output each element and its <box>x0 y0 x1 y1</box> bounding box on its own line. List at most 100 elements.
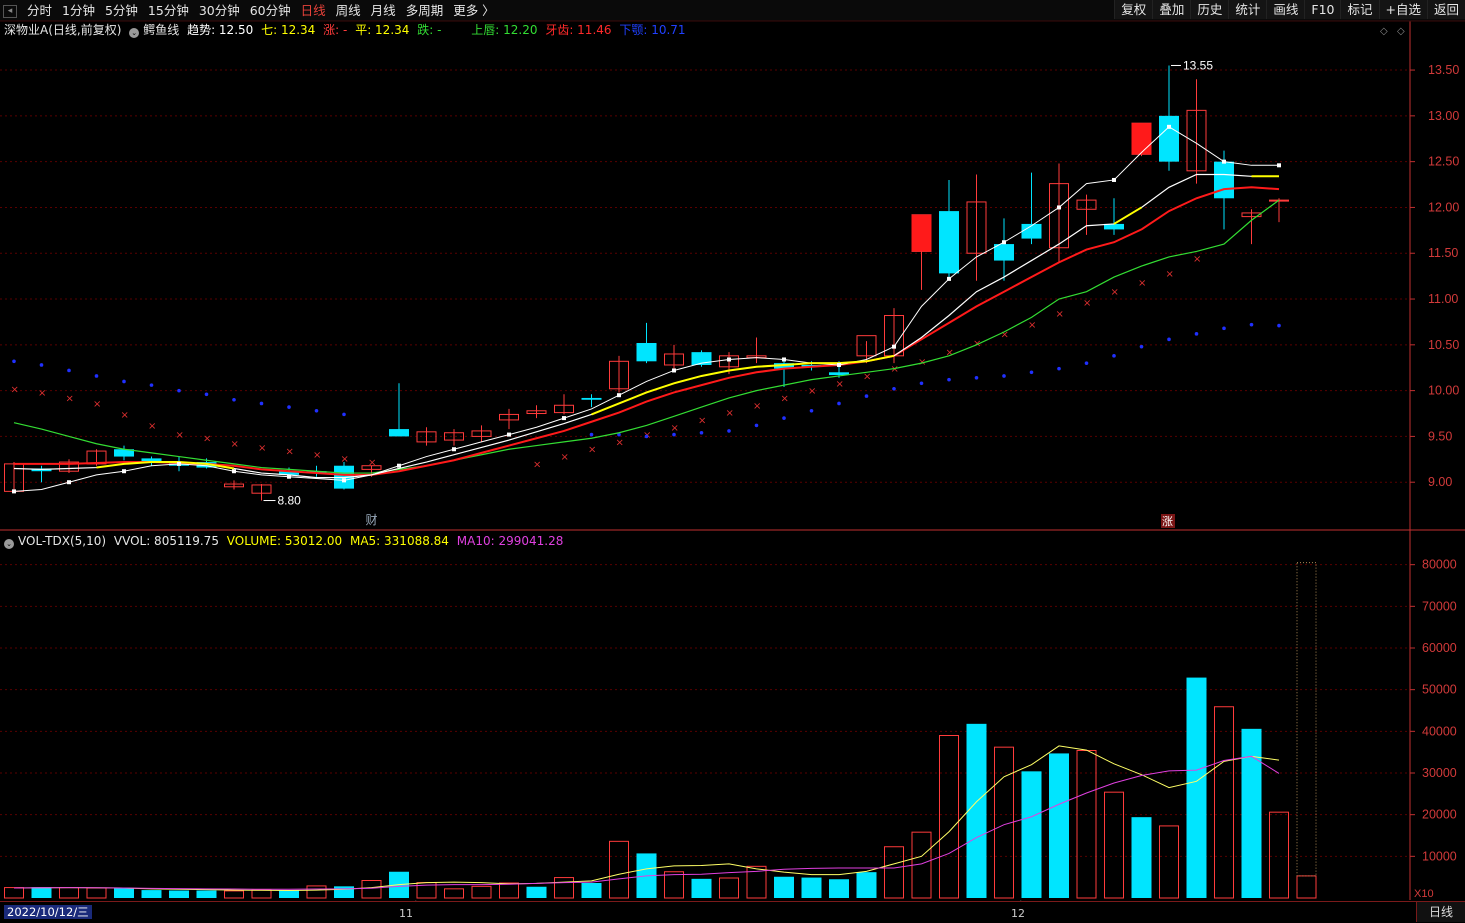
volume-bar-up <box>4 887 24 899</box>
tab-60min[interactable]: 60分钟 <box>245 2 296 19</box>
candle-body-down <box>389 429 409 437</box>
volume-bar-down <box>801 877 822 898</box>
volume-bar-down <box>1049 753 1069 898</box>
history-button[interactable]: 历史 <box>1190 0 1229 19</box>
sar-red-point: × <box>176 430 184 441</box>
f10-button[interactable]: F10 <box>1304 0 1341 19</box>
candle-body-down <box>691 352 712 365</box>
volume-multiplier-label: X10 <box>1414 888 1434 900</box>
tab-monthly[interactable]: 月线 <box>366 2 401 19</box>
tab-fenshi[interactable]: 分时 <box>22 2 57 19</box>
volume-bar-down <box>334 886 354 898</box>
mark-button[interactable]: 标记 <box>1340 0 1379 19</box>
sar-red-point: × <box>753 401 761 412</box>
tab-30min[interactable]: 30分钟 <box>194 2 245 19</box>
volume-indicator-name[interactable]: VOL-TDX(5,10) <box>18 534 106 548</box>
upper-lip-value: 上唇: 12.20 <box>471 23 538 37</box>
volume-bar-up <box>1159 825 1179 899</box>
tab-daily[interactable]: 日线 <box>296 2 331 19</box>
candle-body-up <box>471 430 492 437</box>
sar-red-point: × <box>148 421 156 432</box>
collapse-icon[interactable]: ◂ <box>3 5 17 18</box>
volume-bar-down <box>526 886 547 898</box>
sar-blue-point <box>837 401 841 406</box>
sar-red-point: × <box>1138 278 1146 289</box>
sar-red-point: × <box>203 434 211 445</box>
back-button[interactable]: 返回 <box>1426 0 1465 19</box>
statistics-button[interactable]: 统计 <box>1228 0 1267 19</box>
tab-multi-period[interactable]: 多周期 <box>401 2 449 19</box>
add-watchlist-button[interactable]: +自选 <box>1378 0 1427 19</box>
sar-red-point: × <box>1056 309 1064 320</box>
trend-marker <box>1002 240 1006 245</box>
volume-bar-up <box>1296 875 1317 899</box>
tool-buttons: 复权 叠加 历史 统计 画线 F10 标记 +自选 返回 <box>1114 0 1465 19</box>
jaw-line <box>13 199 1280 474</box>
volume-bar-up <box>306 885 327 899</box>
sar-red-point: × <box>93 399 101 410</box>
sar-red-point: × <box>588 445 596 456</box>
sar-red-point: × <box>38 388 46 399</box>
volume-tick-label: 10000 <box>1422 849 1457 863</box>
price-tick-label: 11.00 <box>1428 292 1458 306</box>
indicator-name[interactable]: 鳄鱼线 <box>143 23 179 37</box>
period-tabs: 分时 1分钟 5分钟 15分钟 30分钟 60分钟 日线 周线 月线 多周期 更… <box>22 2 500 19</box>
volume-tick-label: 40000 <box>1422 724 1457 738</box>
volume-bar-down <box>114 888 134 898</box>
candle-body-up <box>499 413 519 421</box>
sar-blue-point <box>314 408 319 413</box>
lips-flat-segment <box>591 354 895 416</box>
period-selector[interactable]: 日线 <box>1416 902 1465 922</box>
sar-red-point: × <box>1001 329 1009 340</box>
volume-ma10-line <box>13 755 1280 890</box>
candle-body-limit-up <box>1131 123 1152 155</box>
tab-1min[interactable]: 1分钟 <box>57 2 100 19</box>
sar-blue-point <box>727 429 731 433</box>
diamond-icon-2[interactable]: ◇ <box>1397 26 1405 37</box>
fall-value: 跌: - <box>417 23 442 37</box>
price-tick-label: 9.50 <box>1428 429 1452 443</box>
draw-line-button[interactable]: 画线 <box>1266 0 1305 19</box>
sar-blue-point <box>754 423 759 428</box>
candle-body-up <box>444 432 464 441</box>
volume-bar-up <box>609 840 629 899</box>
volume-bar-up <box>554 877 574 899</box>
volume-bar-down <box>1241 728 1262 898</box>
candle-body-up <box>1076 199 1097 210</box>
sar-blue-point <box>892 386 896 391</box>
vol-ma10-value: MA10: 299041.28 <box>456 534 564 548</box>
jaw-value: 下颚: 10.71 <box>619 23 686 37</box>
trend-marker <box>782 357 786 362</box>
volume-menu-icon[interactable]: ⌄ <box>4 539 14 549</box>
teeth-line <box>14 186 1280 476</box>
price-tick-label: 13.00 <box>1428 109 1459 123</box>
sar-red-point: × <box>616 437 624 448</box>
sar-blue-point <box>644 434 649 439</box>
trend-marker <box>452 447 456 452</box>
sar-blue-point <box>782 416 786 420</box>
price-tick-label: 9.00 <box>1428 475 1452 489</box>
high-price-label: 13.55 <box>1183 58 1213 72</box>
candle-body-down <box>581 397 602 400</box>
volume-tick-label: 80000 <box>1422 558 1457 572</box>
restore-rights-button[interactable]: 复权 <box>1114 0 1153 19</box>
tab-more[interactable]: 更多 〉 <box>448 2 499 19</box>
overlay-button[interactable]: 叠加 <box>1152 0 1191 19</box>
rise-value: 涨: - <box>323 23 348 37</box>
time-axis-bar: 2022/10/12/三 11 12 日线 <box>0 901 1465 923</box>
volume-bar-up <box>719 877 739 899</box>
diamond-icon[interactable]: ◇ <box>1380 26 1388 37</box>
tab-weekly[interactable]: 周线 <box>331 2 366 19</box>
sar-blue-point <box>699 430 704 435</box>
sar-red-point: × <box>1083 298 1091 309</box>
volume-ma5-line <box>13 745 1280 892</box>
tab-5min[interactable]: 5分钟 <box>100 2 143 19</box>
tab-15min[interactable]: 15分钟 <box>143 2 194 19</box>
lips-flat-segment <box>1113 206 1143 225</box>
candle-body-down <box>114 449 134 457</box>
sar-red-point: × <box>671 423 679 434</box>
sar-blue-point <box>94 374 99 378</box>
projected-volume-bar <box>1296 562 1317 877</box>
indicator-menu-icon[interactable]: ⌄ <box>129 28 140 38</box>
chart-canvas[interactable]: 9.00 9.50 10.00 10.50 11.00 11.50 12.00 12.50 13… <box>0 0 1465 922</box>
